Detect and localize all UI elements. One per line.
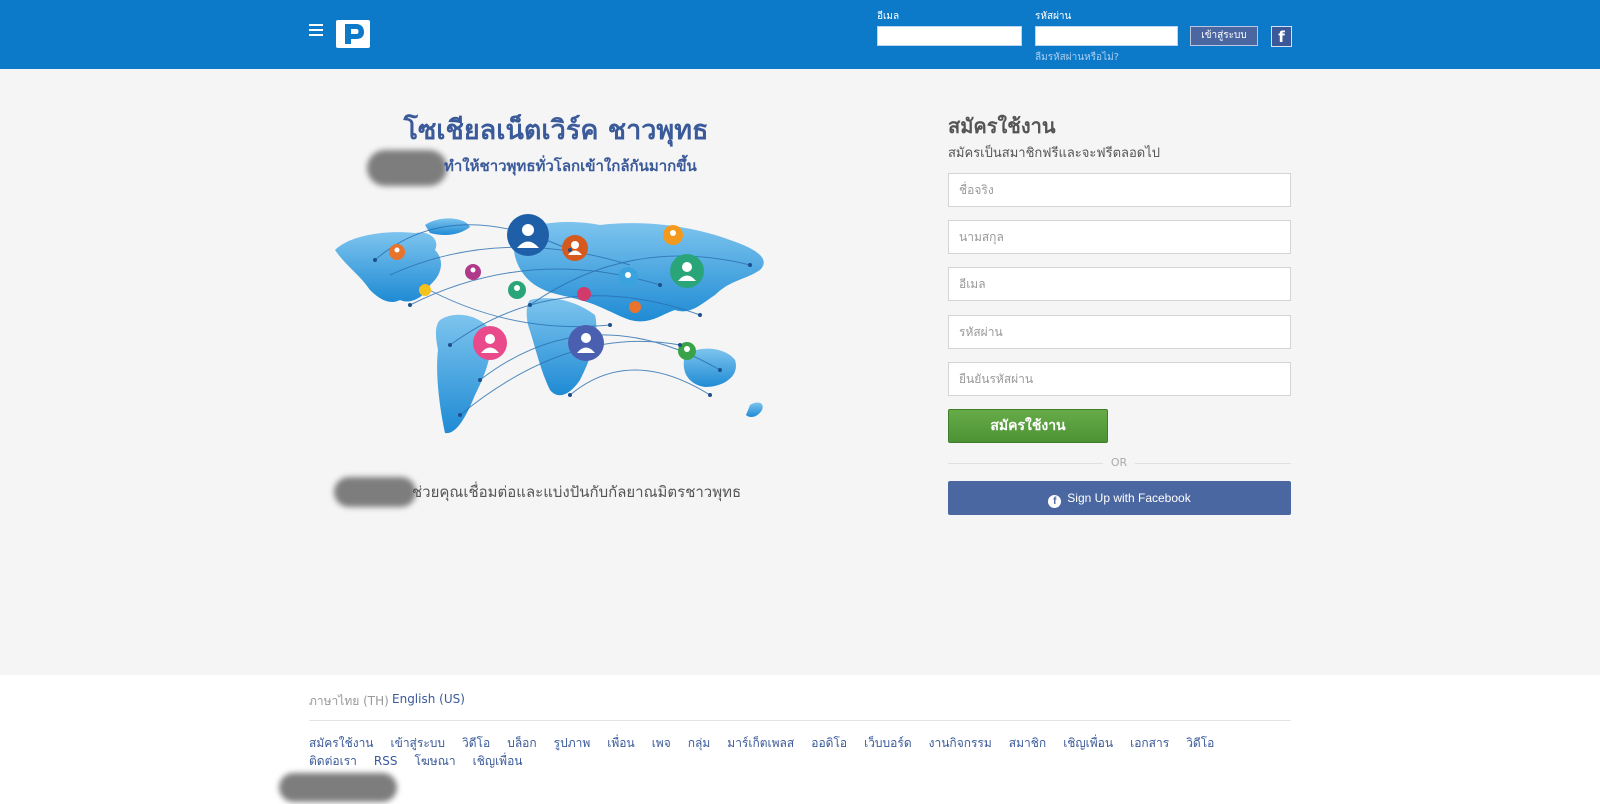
footer-link[interactable]: เชิญเพื่อน: [1063, 734, 1113, 752]
language-link-english[interactable]: English (US): [392, 692, 465, 706]
footer-link[interactable]: งานกิจกรรม: [929, 734, 992, 752]
signup-button[interactable]: สมัครใช้งาน: [948, 409, 1108, 443]
or-divider-right: [1135, 463, 1291, 464]
footer-link[interactable]: เข้าสู่ระบบ: [391, 734, 446, 752]
login-email-input[interactable]: [877, 26, 1022, 46]
current-language: ภาษาไทย (TH): [309, 694, 389, 708]
login-button[interactable]: เข้าสู่ระบบ: [1190, 26, 1258, 46]
footer-link[interactable]: เอกสาร: [1130, 734, 1169, 752]
facebook-signup-label: Sign Up with Facebook: [1067, 491, 1191, 505]
footer-link[interactable]: ออดิโอ: [811, 734, 847, 752]
redacted-brand-name: [367, 150, 447, 186]
hero-subtitle: ทำให้ชาวพุทธทั่วโลกเข้าใกล้กันมากขึ้น: [444, 157, 697, 175]
footer-link[interactable]: เพื่อน: [607, 734, 634, 752]
or-divider-left: [948, 463, 1103, 464]
footer-link[interactable]: วิดีโอ: [1186, 734, 1214, 752]
login-password-input[interactable]: [1035, 26, 1178, 46]
footer-link[interactable]: บล็อก: [507, 734, 536, 752]
facebook-icon: f: [1048, 495, 1062, 508]
hero-title: โซเชียลเน็ตเวิร์ค ชาวพุทธ: [403, 115, 709, 146]
footer-link[interactable]: เว็บบอร์ด: [864, 734, 912, 752]
footer-link[interactable]: เชิญเพื่อน: [473, 752, 523, 770]
hamburger-menu-icon[interactable]: [309, 24, 323, 36]
footer-link[interactable]: สมาชิก: [1009, 734, 1046, 752]
footer-link[interactable]: กลุ่ม: [688, 734, 711, 752]
first-name-field[interactable]: [948, 173, 1291, 207]
or-divider-text: OR: [1110, 456, 1128, 469]
forgot-password-link[interactable]: ลืมรหัสผ่านหรือไม่?: [1035, 50, 1119, 65]
footer-link[interactable]: ติดต่อเรา: [309, 752, 357, 770]
footer-divider: [309, 720, 1291, 721]
world-map-illustration: [335, 214, 764, 434]
email-label: อีเมล: [877, 11, 900, 22]
email-field[interactable]: [948, 267, 1291, 301]
redacted-copyright: [279, 773, 397, 802]
signup-title: สมัครใช้งาน: [948, 114, 1056, 138]
hero-tagline: ช่วยคุณเชื่อมต่อและแบ่งปันกับกัลยาณมิตรช…: [412, 483, 742, 501]
confirm-password-field[interactable]: [948, 362, 1291, 396]
top-navbar: อีเมล รหัสผ่าน เข้าสู่ระบบ f ลืมรหัสผ่าน…: [0, 0, 1600, 69]
footer-link[interactable]: RSS: [374, 752, 398, 770]
footer-link[interactable]: เพจ: [652, 734, 671, 752]
site-logo[interactable]: [336, 20, 370, 48]
footer-link[interactable]: สมัครใช้งาน: [309, 734, 374, 752]
redacted-brand-name-2: [334, 477, 416, 507]
footer-link[interactable]: มาร์เก็ตเพลส: [727, 734, 794, 752]
facebook-signup-button[interactable]: f Sign Up with Facebook: [948, 481, 1291, 515]
facebook-login-icon[interactable]: f: [1271, 26, 1292, 47]
last-name-field[interactable]: [948, 220, 1291, 254]
password-label: รหัสผ่าน: [1035, 11, 1072, 22]
password-field[interactable]: [948, 315, 1291, 349]
signup-subtitle: สมัครเป็นสมาชิกฟรีและจะฟรีตลอดไป: [948, 146, 1161, 161]
footer-link[interactable]: วิดีโอ: [462, 734, 490, 752]
footer-link[interactable]: รูปภาพ: [554, 734, 591, 752]
footer-links: สมัครใช้งาน เข้าสู่ระบบ วิดีโอ บล็อก รูปภาพเ…: [309, 734, 1291, 770]
footer-link[interactable]: โฆษณา: [414, 752, 455, 770]
